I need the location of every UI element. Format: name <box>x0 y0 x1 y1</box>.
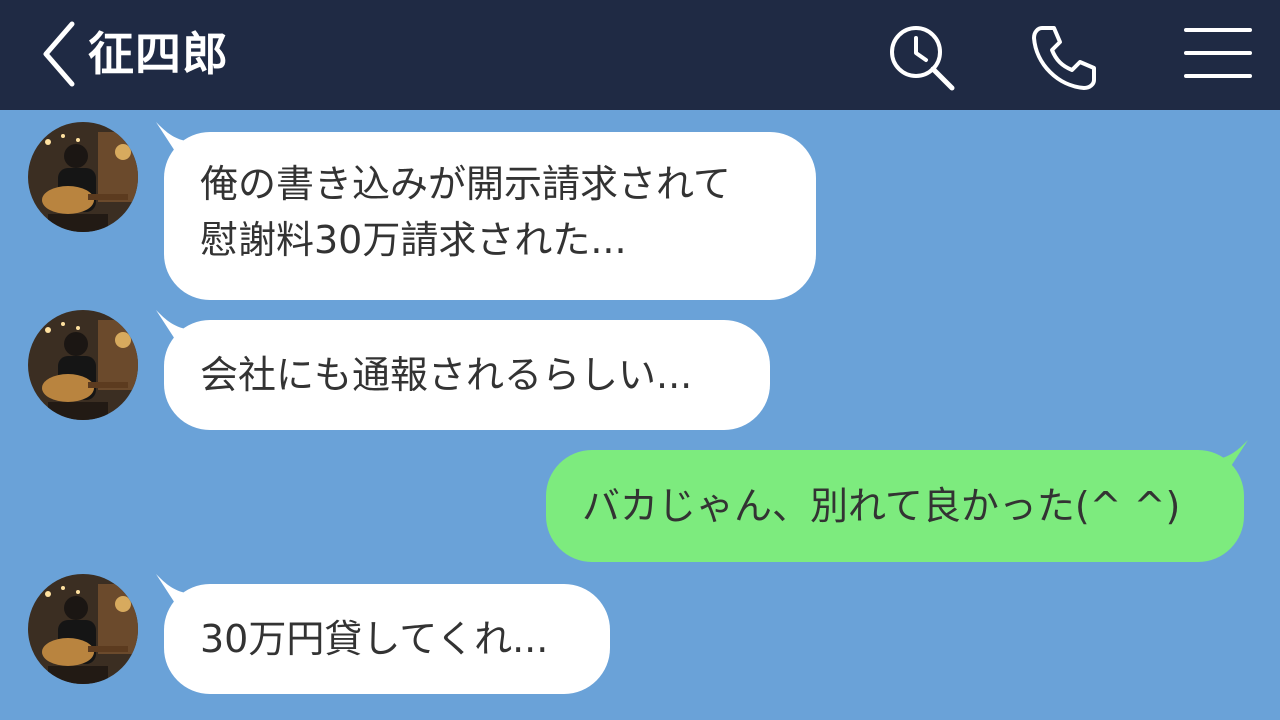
chat-header: 征四郎 <box>0 0 1280 110</box>
search-history-icon <box>890 26 955 91</box>
back-button[interactable] <box>36 18 80 90</box>
phone-icon <box>1032 26 1096 90</box>
contact-avatar[interactable] <box>28 122 138 232</box>
message-line: 俺の書き込みが開示請求されて <box>200 162 731 206</box>
search-button[interactable] <box>884 20 956 92</box>
hamburger-menu-icon <box>1184 28 1252 78</box>
message-bubble-incoming: 30万円貸してくれ... <box>164 584 610 694</box>
guitar-player-photo <box>28 122 138 232</box>
call-button[interactable] <box>1028 20 1100 92</box>
contact-avatar[interactable] <box>28 574 138 684</box>
guitar-player-photo <box>28 574 138 684</box>
message-line: 慰謝料30万請求された... <box>200 218 627 262</box>
message-line: バカじゃん、別れて良かった(^ ^) <box>582 484 1181 528</box>
chevron-left-icon <box>43 21 75 87</box>
message-line: 30万円貸してくれ... <box>200 617 549 661</box>
message-bubble-incoming: 会社にも通報されるらしい... <box>164 320 770 430</box>
menu-button[interactable] <box>1180 20 1256 92</box>
chat-screen: 征四郎 俺の書き込みが開示請求されて 慰謝料30万請求された... 会社にも通報… <box>0 0 1280 720</box>
message-line: 会社にも通報されるらしい... <box>200 353 693 397</box>
message-bubble-incoming: 俺の書き込みが開示請求されて 慰謝料30万請求された... <box>164 132 816 300</box>
guitar-player-photo <box>28 310 138 420</box>
contact-avatar[interactable] <box>28 310 138 420</box>
message-bubble-outgoing: バカじゃん、別れて良かった(^ ^) <box>546 450 1244 562</box>
chat-title: 征四郎 <box>88 27 229 81</box>
